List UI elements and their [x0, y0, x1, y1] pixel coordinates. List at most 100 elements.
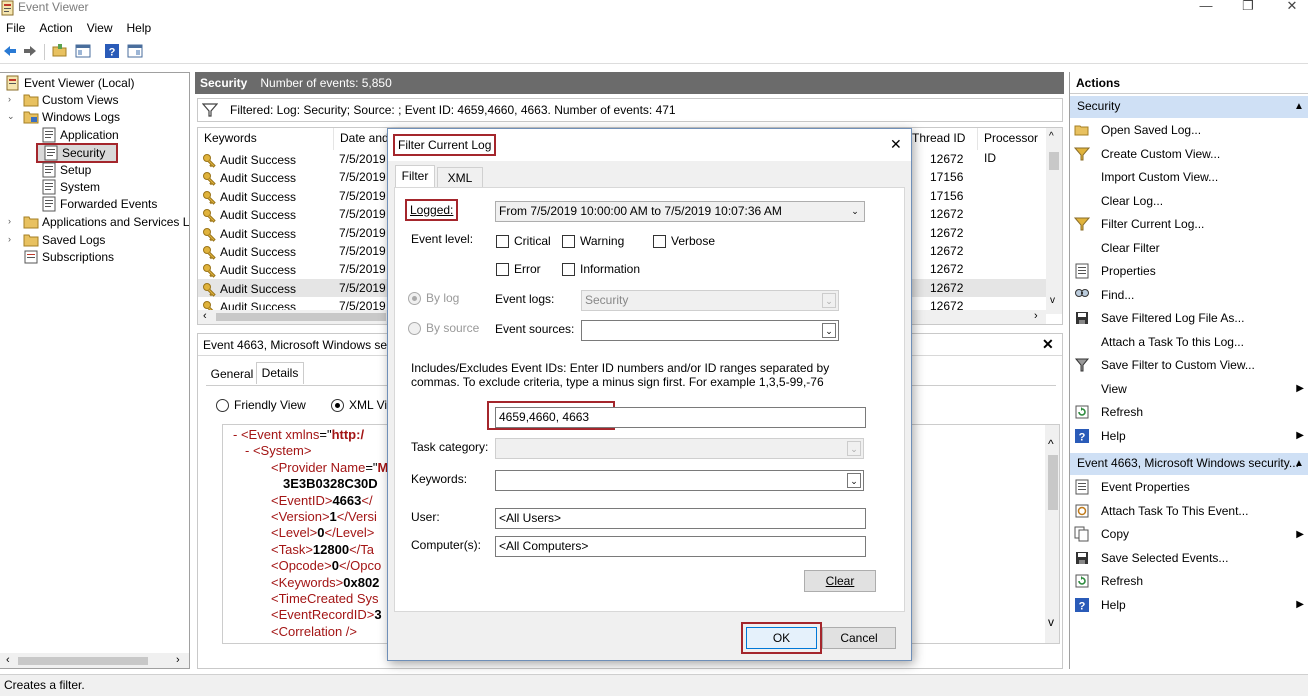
collapse-arrow-icon[interactable]: ⌄ — [7, 111, 15, 122]
action-save-filtered-log-file-as[interactable]: Save Filtered Log File As... — [1074, 307, 1304, 329]
event-logs-dropdown[interactable]: Security ⌄ — [581, 290, 839, 311]
action-attach-task-to-this-event[interactable]: Attach Task To This Event... — [1074, 500, 1304, 522]
column-header-thread-id[interactable]: Thread ID — [906, 128, 978, 150]
tree-item-windows-logs[interactable]: Windows Logs — [23, 108, 120, 125]
by-log-radio[interactable]: By log — [408, 291, 459, 305]
tree-item-security[interactable]: Security — [36, 143, 118, 163]
column-header-date[interactable]: Date and — [334, 128, 394, 150]
scroll-left-icon[interactable]: ‹ — [203, 310, 207, 322]
keywords-dropdown[interactable]: ⌄ — [495, 470, 864, 491]
action-refresh[interactable]: Refresh — [1074, 570, 1304, 592]
event-ids-value: 4659,4660, 4663 — [499, 410, 590, 424]
information-checkbox[interactable]: Information — [562, 262, 640, 276]
action-event-properties[interactable]: Event Properties — [1074, 476, 1304, 498]
thread-id-cell: 12672 — [930, 280, 964, 295]
tree-item-subscriptions[interactable]: Subscriptions — [23, 248, 114, 265]
tree-item-forwarded-events[interactable]: Forwarded Events — [41, 195, 157, 212]
show-hide-tree-icon[interactable] — [75, 43, 91, 59]
actions-section-security[interactable]: Security ▲ — [1070, 96, 1308, 118]
action-view[interactable]: View ▶ — [1074, 378, 1304, 400]
action-clear-filter[interactable]: Clear Filter — [1074, 237, 1304, 259]
menu-file[interactable]: File — [6, 21, 25, 35]
action-create-custom-view[interactable]: Create Custom View... — [1074, 143, 1304, 165]
tab-general[interactable]: General — [208, 364, 256, 386]
computers-input[interactable]: <All Computers> — [495, 536, 866, 557]
menu-help[interactable]: Help — [127, 21, 152, 35]
action-filter-current-log[interactable]: Filter Current Log... — [1074, 213, 1304, 235]
scroll-down-icon[interactable]: v — [1048, 615, 1054, 629]
column-header-keywords[interactable]: Keywords — [198, 128, 334, 150]
scroll-up-icon[interactable]: ^ — [1048, 437, 1054, 451]
warning-checkbox[interactable]: Warning — [562, 234, 624, 248]
show-action-pane-icon[interactable] — [127, 43, 143, 59]
action-find[interactable]: Find... — [1074, 284, 1304, 306]
verbose-checkbox[interactable]: Verbose — [653, 234, 715, 248]
tree-item-event-viewer-local[interactable]: Event Viewer (Local) — [5, 74, 135, 91]
maximize-button[interactable]: ❐ — [1238, 0, 1258, 14]
action-import-custom-view[interactable]: Import Custom View... — [1074, 166, 1304, 188]
column-header-processor-id[interactable]: Processor ID — [978, 128, 1048, 165]
xml-collapse-marker[interactable]: - — [245, 443, 253, 458]
tree-item-application[interactable]: Application — [41, 126, 119, 143]
xml-vertical-scrollbar[interactable]: ^ v — [1045, 425, 1059, 643]
tree-horizontal-scrollbar[interactable]: ‹ › — [0, 653, 189, 668]
by-source-radio[interactable]: By source — [408, 321, 479, 335]
scroll-left-icon[interactable]: ‹ — [6, 654, 10, 666]
expand-arrow-icon[interactable]: › — [8, 216, 11, 226]
action-help[interactable]: ? Help ▶ — [1074, 425, 1304, 447]
close-details-icon[interactable]: ✕ — [1042, 336, 1054, 353]
scroll-up-icon[interactable]: ^ — [1049, 131, 1054, 142]
critical-checkbox[interactable]: Critical — [496, 234, 551, 248]
actions-section-event[interactable]: Event 4663, Microsoft Windows security..… — [1070, 453, 1308, 475]
task-category-dropdown[interactable]: ⌄ — [495, 438, 864, 459]
event-ids-input[interactable]: 4659,4660, 4663 — [495, 407, 866, 428]
friendly-view-radio[interactable]: Friendly View — [216, 398, 306, 412]
expand-arrow-icon[interactable]: › — [8, 94, 11, 104]
back-arrow-icon[interactable] — [2, 43, 18, 59]
tree-item-saved-logs[interactable]: Saved Logs — [23, 231, 105, 248]
action-properties[interactable]: Properties — [1074, 260, 1304, 282]
open-folder-icon[interactable] — [52, 43, 68, 59]
collapse-section-icon[interactable]: ▲ — [1294, 453, 1304, 474]
collapse-section-icon[interactable]: ▲ — [1294, 96, 1304, 117]
tree-item-setup[interactable]: Setup — [41, 161, 91, 178]
scroll-down-icon[interactable]: v — [1050, 295, 1055, 306]
user-input[interactable]: <All Users> — [495, 508, 866, 529]
clear-button[interactable]: Clear — [804, 570, 876, 592]
menu-view[interactable]: View — [87, 21, 113, 35]
cancel-button[interactable]: Cancel — [822, 627, 896, 649]
action-save-selected-events[interactable]: Save Selected Events... — [1074, 547, 1304, 569]
ok-button[interactable]: OK — [746, 627, 817, 649]
status-bar: Creates a filter. — [0, 674, 1308, 696]
menu-action[interactable]: Action — [39, 21, 72, 35]
scroll-right-icon[interactable]: › — [176, 654, 180, 666]
tab-details[interactable]: Details — [256, 362, 304, 384]
action-open-saved-log[interactable]: Open Saved Log... — [1074, 119, 1304, 141]
action-refresh[interactable]: Refresh — [1074, 401, 1304, 423]
tab-xml[interactable]: XML — [437, 167, 483, 189]
tab-filter[interactable]: Filter — [395, 165, 435, 189]
action-attach-a-task-to-this-log[interactable]: Attach a Task To this Log... — [1074, 331, 1304, 353]
xml-view-radio[interactable]: XML Vie — [331, 398, 394, 412]
tree-item-custom-views[interactable]: Custom Views — [23, 91, 118, 108]
help-icon[interactable]: ? — [104, 43, 120, 59]
tree-item-applications-services[interactable]: Applications and Services Lo — [23, 213, 189, 230]
grid-vertical-scrollbar[interactable]: ^ v — [1046, 128, 1062, 314]
action-copy[interactable]: Copy ▶ — [1074, 523, 1304, 545]
scroll-right-icon[interactable]: › — [1034, 310, 1038, 322]
event-sources-dropdown[interactable]: ⌄ — [581, 320, 839, 341]
logged-dropdown[interactable]: From 7/5/2019 10:00:00 AM to 7/5/2019 10… — [495, 201, 865, 222]
action-help[interactable]: ? Help ▶ — [1074, 594, 1304, 616]
expand-arrow-icon[interactable]: › — [8, 234, 11, 244]
close-window-button[interactable]: ✕ — [1282, 0, 1302, 14]
xml-collapse-marker[interactable]: - — [233, 427, 241, 442]
keyword-text: Audit Success — [220, 171, 297, 186]
action-clear-log[interactable]: Clear Log... — [1074, 190, 1304, 212]
forward-arrow-icon[interactable] — [22, 43, 38, 59]
dialog-close-icon[interactable]: ✕ — [890, 136, 902, 153]
error-checkbox[interactable]: Error — [496, 262, 541, 276]
action-save-filter-to-custom-view[interactable]: Save Filter to Custom View... — [1074, 354, 1304, 376]
xml-line: <Task>12800</Ta — [271, 542, 374, 557]
minimize-button[interactable]: — — [1196, 0, 1216, 14]
tree-item-system[interactable]: System — [41, 178, 100, 195]
